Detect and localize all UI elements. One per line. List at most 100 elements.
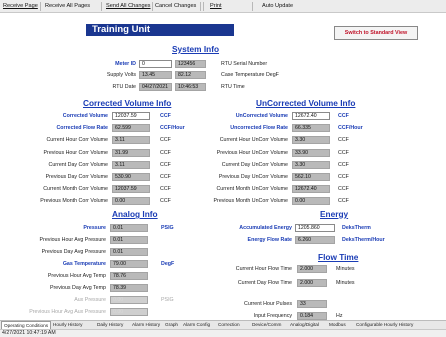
toolbar-divider: [252, 2, 253, 11]
serial-number-value: 123456: [175, 60, 206, 68]
print-button[interactable]: Print: [210, 3, 222, 9]
gas-temperature-unit: DegF: [161, 261, 175, 267]
page-title: Training Unit: [86, 24, 234, 36]
rtu-date-value: 04/27/2021: [139, 83, 172, 91]
corrected-volume-label: Corrected Volume: [62, 113, 108, 119]
previous-hour-uncorr-volume-value: 33.90: [292, 148, 330, 157]
previous-day-avg-temp-value: 78.39: [110, 284, 148, 292]
current-hour-flow-time-label: Current Hour Flow Time: [235, 266, 292, 272]
tab-alarm-history[interactable]: Alarm History: [132, 322, 160, 327]
current-day-flow-time-value: 2.000: [297, 279, 327, 287]
tab-configurable-hourly-history[interactable]: Configurable Hourly History: [356, 322, 413, 327]
previous-hour-corr-volume-value: 31.99: [112, 148, 150, 157]
previous-hour-avg-temp-label: Previous Hour Avg Temp: [47, 273, 106, 279]
tab-daily-history[interactable]: Daily History: [97, 322, 123, 327]
current-month-uncorr-volume-value: 12672.40: [292, 185, 330, 194]
energy-flow-rate-value: 6.260: [295, 236, 335, 244]
current-month-corr-volume-unit: CCF: [160, 186, 171, 193]
uncorrected-volume-label: UnCorrected Volume: [235, 113, 288, 119]
gas-temperature-value: 79.00: [110, 260, 148, 268]
current-day-flow-time-label: Current Day Flow Time: [237, 280, 292, 286]
analog-info-header: Analog Info: [112, 209, 158, 219]
supply-volts-label: Supply Volts: [106, 72, 136, 78]
tab-graph[interactable]: Graph: [165, 322, 178, 327]
previous-day-corr-volume-label: Previous Day Corr Volume: [45, 174, 108, 180]
rtu-time-value: 10:46:53: [175, 83, 206, 91]
uncorrected-flow-rate-label: Uncorrected Flow Rate: [230, 125, 288, 132]
toolbar-divider: [203, 2, 204, 11]
toolbar-divider: [40, 2, 41, 11]
current-day-uncorr-volume-unit: CCF: [338, 161, 349, 168]
previous-hour-avg-aux-pressure-value: 0.00: [110, 308, 148, 316]
current-hour-uncorr-volume-label: Current Hour UnCorr Volume: [219, 137, 288, 144]
uncorrected-volume-header: UnCorrected Volume Info: [256, 98, 356, 108]
rtu-time-label: RTU Time: [221, 84, 245, 90]
receive-page-button[interactable]: Receive Page: [3, 3, 38, 9]
current-hour-pulses-value: 33: [297, 300, 327, 308]
accumulated-energy-label: Accumulated Energy: [239, 225, 292, 231]
uncorrected-volume-unit: CCF: [338, 113, 349, 119]
current-hour-uncorr-volume-value: 3.30: [292, 136, 330, 145]
current-hour-corr-volume-unit: CCF: [160, 137, 171, 144]
energy-flow-rate-unit: DeksTherm/Hour: [342, 237, 385, 243]
corrected-volume-unit: CCF: [160, 113, 171, 119]
previous-day-uncorr-volume-unit: CCF: [338, 174, 349, 180]
current-day-flow-time-unit: Minutes: [336, 280, 355, 286]
case-temperature-value: 82.12: [175, 71, 206, 79]
current-day-corr-volume-unit: CCF: [160, 161, 171, 168]
switch-to-standard-view-button[interactable]: Switch to Standard View: [334, 26, 418, 40]
current-hour-pulses-label: Current Hour Pulses: [244, 301, 292, 307]
corrected-flow-rate-label: Corrected Flow Rate: [56, 125, 108, 132]
previous-month-uncorr-volume-label: Previous Month UnCorr Volume: [213, 198, 288, 205]
accumulated-energy-value[interactable]: 1205.860: [295, 224, 335, 232]
uncorrected-volume-value[interactable]: 12672.40: [292, 112, 330, 120]
current-day-uncorr-volume-value: 3.30: [292, 160, 330, 169]
tab-modbus[interactable]: Modbus: [329, 322, 346, 327]
current-day-uncorr-volume-label: Current Day UnCorr Volume: [221, 161, 288, 168]
current-day-corr-volume-label: Current Day Corr Volume: [48, 161, 108, 168]
previous-day-avg-pressure-label: Previous Day Avg Pressure: [41, 249, 106, 255]
previous-hour-avg-pressure-value: 0.01: [110, 236, 148, 244]
input-frequency-unit: Hz: [336, 313, 343, 319]
current-hour-corr-volume-label: Current Hour Corr Volume: [46, 137, 108, 144]
current-month-uncorr-volume-label: Current Month UnCorr Volume: [216, 186, 288, 193]
tab-device-comm[interactable]: Device/Comm: [252, 322, 281, 327]
rtu-date-label: RTU Date: [112, 84, 136, 90]
energy-header: Energy: [320, 209, 349, 219]
meter-id-label: Meter ID: [115, 61, 136, 67]
tab-analog-digital[interactable]: Analog/Digital: [290, 322, 319, 327]
aux-pressure-value: 0.00: [110, 296, 148, 304]
toolbar: Receive Page Receive All Pages Send All …: [0, 0, 446, 13]
corrected-volume-value[interactable]: 12037.59: [112, 112, 150, 120]
toolbar-divider: [152, 2, 153, 11]
meter-id-field[interactable]: 0: [139, 60, 172, 68]
corrected-volume-header: Corrected Volume Info: [83, 98, 172, 108]
corrected-flow-rate-value: 62.599: [112, 124, 150, 133]
input-frequency-value: 0.184: [297, 312, 327, 320]
previous-hour-corr-volume-label: Previous Hour Corr Volume: [43, 149, 108, 156]
auto-update-button[interactable]: Auto Update: [262, 3, 293, 9]
current-month-corr-volume-label: Current Month Corr Volume: [43, 186, 108, 193]
aux-pressure-label: Aux Pressure: [74, 297, 106, 303]
aux-pressure-unit: PSIG: [161, 297, 174, 303]
cancel-changes-button[interactable]: Cancel Changes: [155, 3, 196, 9]
previous-day-uncorr-volume-label: Previous Day UnCorr Volume: [218, 174, 288, 180]
gas-temperature-label: Gas Temperature: [62, 261, 106, 267]
toolbar-divider: [200, 2, 201, 11]
previous-day-avg-pressure-value: 0.01: [110, 248, 148, 256]
pressure-label: Pressure: [83, 225, 106, 231]
receive-all-pages-button[interactable]: Receive All Pages: [45, 3, 90, 9]
tab-correction[interactable]: Correction: [218, 322, 240, 327]
previous-hour-avg-aux-pressure-label: Previous Hour Avg Aux Pressure: [29, 309, 106, 315]
toolbar-divider: [101, 2, 102, 11]
input-frequency-label: Input Frequency: [253, 313, 292, 319]
send-all-changes-button[interactable]: Send All Changes: [106, 3, 150, 9]
pressure-unit: PSIG: [161, 225, 174, 231]
case-temperature-label: Case Temperature DegF: [221, 72, 279, 78]
accumulated-energy-unit: DeksTherm: [342, 225, 371, 231]
current-hour-flow-time-unit: Minutes: [336, 266, 355, 272]
previous-month-corr-volume-label: Previous Month Corr Volume: [40, 198, 108, 205]
energy-flow-rate-label: Energy Flow Rate: [247, 237, 292, 243]
tab-alarm-config[interactable]: Alarm Config: [183, 322, 210, 327]
tab-hourly-history[interactable]: Hourly History: [53, 322, 82, 327]
